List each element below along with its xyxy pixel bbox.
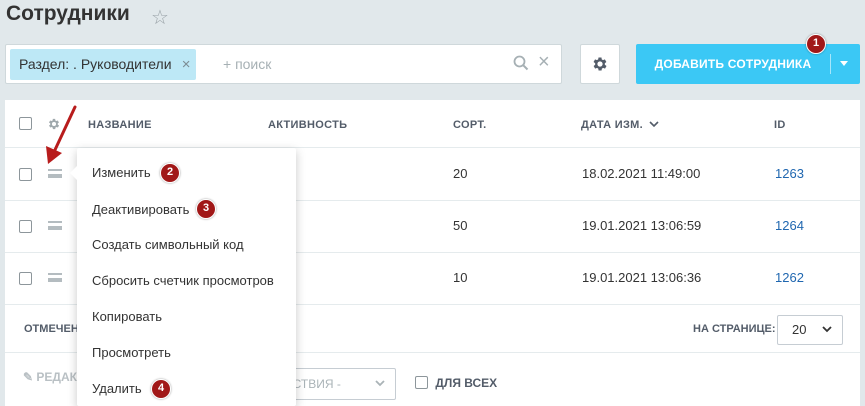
- row-checkbox[interactable]: [19, 220, 32, 233]
- select-all-checkbox[interactable]: [19, 117, 32, 130]
- sort-chevron-down-icon: [649, 121, 659, 128]
- page-title: Сотрудники: [6, 2, 130, 25]
- row-menu-icon[interactable]: [48, 169, 62, 178]
- chevron-down-icon[interactable]: [840, 61, 848, 66]
- column-activity[interactable]: АКТИВНОСТЬ: [268, 100, 347, 150]
- gear-icon: [593, 57, 607, 71]
- annotation-badge-4: 4: [151, 379, 171, 399]
- column-sort[interactable]: СОРТ.: [453, 100, 486, 150]
- search-input[interactable]: + поиск: [223, 45, 271, 83]
- column-date-modified[interactable]: ДАТА ИЗМ.: [581, 100, 643, 150]
- per-page-select[interactable]: 20: [777, 315, 843, 345]
- edit-button-label: РЕДАК: [36, 370, 77, 384]
- row-context-menu: Изменить Деактивировать Создать символьн…: [70, 148, 296, 406]
- cell-sort: 20: [453, 166, 468, 181]
- menu-item-deactivate[interactable]: Деактивировать: [92, 201, 189, 219]
- annotation-arrow-icon: [46, 105, 77, 164]
- per-page-value: 20: [792, 322, 807, 337]
- cell-sort: 50: [453, 218, 468, 233]
- favorite-star-icon[interactable]: ☆: [151, 5, 169, 30]
- for-all-option[interactable]: ДЛЯ ВСЕХ: [415, 376, 497, 390]
- menu-item-create-symbol-code[interactable]: Создать символьный код: [92, 236, 244, 254]
- button-separator: [830, 54, 831, 74]
- grid-header: НАЗВАНИЕ АКТИВНОСТЬ СОРТ. ДАТА ИЗМ. ID: [5, 100, 860, 148]
- chevron-down-icon: [822, 326, 832, 333]
- column-name[interactable]: НАЗВАНИЕ: [88, 100, 152, 150]
- cell-date: 18.02.2021 11:49:00: [582, 166, 701, 181]
- pencil-icon: ✎: [23, 370, 34, 384]
- for-all-checkbox[interactable]: [415, 376, 428, 389]
- cell-sort: 10: [453, 270, 468, 285]
- edit-button[interactable]: ✎ РЕДАК: [23, 370, 77, 384]
- search-icon[interactable]: [513, 55, 529, 71]
- cell-date: 19.01.2021 13:06:36: [582, 270, 702, 285]
- cell-id-link[interactable]: 1264: [775, 201, 804, 251]
- clear-icon[interactable]: ×: [538, 52, 550, 72]
- menu-item-delete[interactable]: Удалить: [92, 380, 142, 398]
- per-page-label: НА СТРАНИЦЕ:: [693, 323, 776, 335]
- for-all-label: ДЛЯ ВСЕХ: [435, 376, 498, 390]
- chip-remove-icon[interactable]: ×: [182, 49, 191, 80]
- annotation-badge-2: 2: [160, 163, 180, 183]
- menu-item-edit[interactable]: Изменить: [92, 164, 151, 182]
- chevron-down-icon: [375, 380, 385, 387]
- filter-search-bar[interactable]: Раздел: . Руководители × + поиск ×: [5, 44, 562, 84]
- cell-id-link[interactable]: 1262: [775, 253, 804, 303]
- filter-chip[interactable]: Раздел: . Руководители ×: [10, 49, 196, 80]
- row-checkbox[interactable]: [19, 168, 32, 181]
- row-checkbox[interactable]: [19, 272, 32, 285]
- settings-button[interactable]: [580, 44, 620, 84]
- cell-id-link[interactable]: 1263: [775, 149, 804, 199]
- filter-chip-label: Раздел: . Руководители: [19, 56, 172, 72]
- menu-item-reset-view-counter[interactable]: Сбросить счетчик просмотров: [92, 272, 274, 290]
- menu-item-view[interactable]: Просмотреть: [92, 344, 171, 362]
- cell-date: 19.01.2021 13:06:59: [582, 218, 702, 233]
- annotation-badge-3: 3: [196, 199, 216, 219]
- add-employee-label: ДОБАВИТЬ СОТРУДНИКА: [654, 57, 812, 71]
- column-id[interactable]: ID: [774, 100, 786, 150]
- menu-item-copy[interactable]: Копировать: [92, 308, 162, 326]
- row-menu-icon[interactable]: [48, 221, 62, 230]
- add-employee-button[interactable]: ДОБАВИТЬ СОТРУДНИКА: [636, 44, 860, 84]
- annotation-badge-1: 1: [806, 34, 826, 54]
- row-menu-icon[interactable]: [48, 273, 62, 282]
- selected-count-label: ОТМЕЧЕН: [24, 323, 79, 335]
